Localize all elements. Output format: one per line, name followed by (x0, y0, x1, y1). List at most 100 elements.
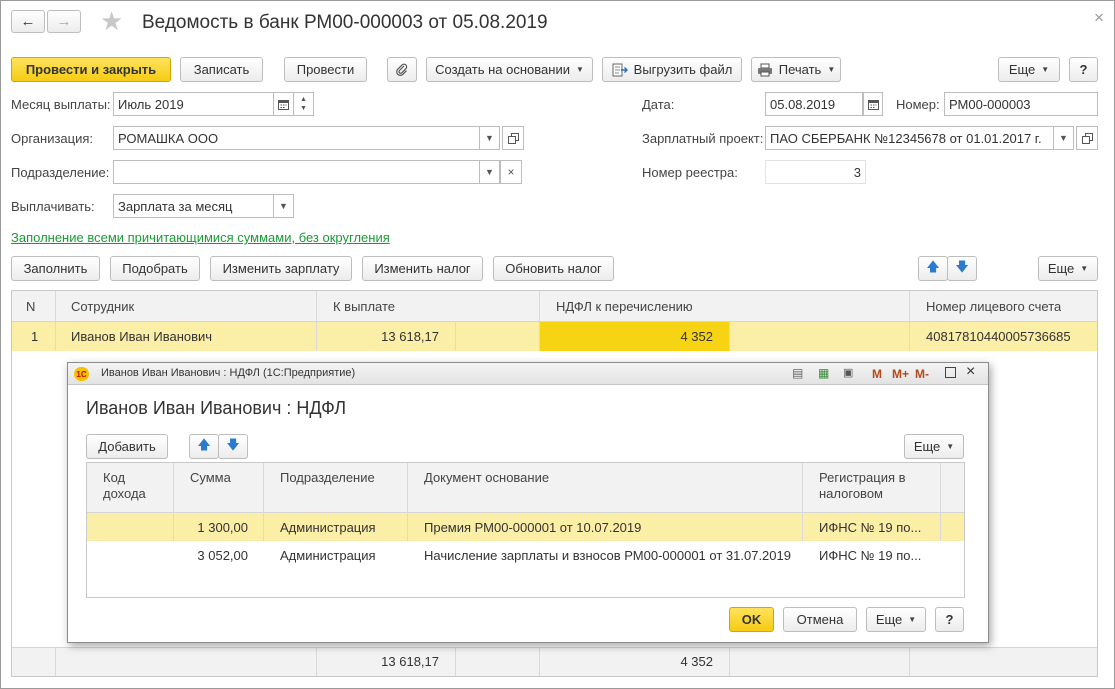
month-spinner[interactable]: ▲ ▼ (294, 92, 314, 116)
column-divider (173, 463, 174, 541)
salary-project-field[interactable]: ПАО СБЕРБАНК №12345678 от 01.01.2017 г. (765, 126, 1054, 150)
footer-ndfl-total: 4 352 (680, 654, 713, 669)
more-button[interactable]: Еще ▼ (998, 57, 1060, 82)
back-button[interactable]: ← (11, 10, 45, 33)
open-icon[interactable] (1076, 126, 1098, 150)
spreadsheet-icon[interactable]: ▦ (818, 366, 829, 380)
column-divider (909, 291, 910, 351)
open-icon[interactable] (502, 126, 524, 150)
fill-button[interactable]: Заполнить (11, 256, 100, 281)
save-button[interactable]: Записать (180, 57, 263, 82)
header-tax-registration[interactable]: Регистрация в налоговом (819, 470, 919, 502)
export-file-icon (612, 63, 628, 76)
pay-type-label: Выплачивать: (11, 199, 95, 214)
dialog-help-button[interactable]: ? (935, 607, 964, 632)
change-salary-button[interactable]: Изменить зарплату (210, 256, 352, 281)
ok-button[interactable]: OK (729, 607, 774, 632)
export-file-label: Выгрузить файл (633, 62, 733, 77)
memory-minus-icon[interactable]: M- (915, 367, 929, 381)
dialog-move-down-button[interactable]: 🡇 (218, 434, 248, 459)
create-based-on-button[interactable]: Создать на основании ▼ (426, 57, 593, 82)
column-divider (729, 322, 730, 351)
dialog-footer-more-button[interactable]: Еще ▼ (866, 607, 926, 632)
table-more-button[interactable]: Еще ▼ (1038, 256, 1098, 281)
organization-field[interactable]: РОМАШКА ООО (113, 126, 480, 150)
date-field[interactable]: 05.08.2019 (765, 92, 863, 116)
pay-type-field[interactable]: Зарплата за месяц (113, 194, 274, 218)
month-field[interactable]: Июль 2019 (113, 92, 274, 116)
calendar-icon[interactable] (274, 92, 294, 116)
print-icon[interactable]: ▤ (792, 366, 803, 380)
move-down-button[interactable]: 🡇 (947, 256, 977, 281)
column-divider (316, 291, 317, 351)
forward-button[interactable]: → (47, 10, 81, 33)
registry-number-field[interactable]: 3 (765, 160, 866, 184)
post-button[interactable]: Провести (284, 57, 367, 82)
print-label: Печать (778, 62, 822, 77)
dialog-close-icon[interactable]: × (966, 363, 975, 381)
number-label: Номер: (896, 97, 940, 112)
header-employee[interactable]: Сотрудник (71, 291, 134, 322)
footer-to-pay-total: 13 618,17 (381, 654, 439, 669)
dialog-more-button[interactable]: Еще ▼ (904, 434, 964, 459)
dropdown-icon[interactable]: ▼ (480, 126, 500, 150)
dialog-footer-more-label: Еще (875, 612, 903, 627)
favorite-star-icon[interactable]: ★ (100, 6, 123, 37)
column-divider (729, 647, 730, 676)
column-divider (55, 647, 56, 676)
dialog-heading: Иванов Иван Иванович : НДФЛ (86, 398, 347, 418)
column-divider (455, 322, 456, 351)
row-account: 40817810440005736685 (926, 329, 1071, 344)
pick-button[interactable]: Подобрать (110, 256, 200, 281)
dialog-more-label: Еще (913, 439, 941, 454)
arrow-up-icon: 🡅 (197, 436, 211, 452)
memory-icon[interactable]: M (872, 367, 882, 381)
caret-down-icon: ▼ (1080, 264, 1089, 273)
move-up-button[interactable]: 🡅 (918, 256, 948, 281)
header-income-code[interactable]: Код дохода (103, 470, 163, 502)
print-button[interactable]: Печать ▼ (751, 57, 841, 82)
column-divider (802, 463, 803, 541)
column-divider (263, 463, 264, 541)
row-tax-registration: ИФНС № 19 по... (819, 519, 922, 535)
caret-down-icon: ▼ (1041, 65, 1050, 74)
add-button[interactable]: Добавить (86, 434, 168, 459)
calendar-icon[interactable] (863, 92, 883, 116)
header-ndfl[interactable]: НДФЛ к перечислению (556, 291, 693, 322)
dropdown-icon[interactable]: ▼ (1054, 126, 1074, 150)
create-based-on-label: Создать на основании (435, 62, 570, 77)
help-button[interactable]: ? (1069, 57, 1098, 82)
header-account[interactable]: Номер лицевого счета (926, 291, 1061, 322)
header-to-pay[interactable]: К выплате (333, 291, 395, 322)
arrow-down-icon: 🡇 (955, 258, 969, 274)
row-sum: 3 052,00 (197, 547, 248, 563)
row-sum: 1 300,00 (197, 519, 248, 535)
row-to-pay: 13 618,17 (381, 329, 439, 344)
header-n[interactable]: N (26, 291, 35, 322)
post-and-close-button[interactable]: Провести и закрыть (11, 57, 171, 82)
attach-button[interactable] (387, 57, 417, 82)
export-file-button[interactable]: Выгрузить файл (602, 57, 742, 82)
department-field[interactable] (113, 160, 480, 184)
number-field[interactable]: РМ00-000003 (944, 92, 1098, 116)
spin-down-icon[interactable]: ▼ (300, 104, 307, 113)
change-tax-button[interactable]: Изменить налог (362, 256, 483, 281)
calendar-icon[interactable]: ▣ (843, 366, 853, 379)
dropdown-icon[interactable]: ▼ (480, 160, 500, 184)
month-label: Месяц выплаты: (11, 97, 111, 112)
spin-up-icon[interactable]: ▲ (300, 95, 307, 104)
header-base-document[interactable]: Документ основание (424, 470, 549, 485)
dropdown-icon[interactable]: ▼ (274, 194, 294, 218)
cancel-button[interactable]: Отмена (783, 607, 857, 632)
maximize-icon[interactable] (945, 367, 956, 378)
header-department[interactable]: Подразделение (280, 470, 375, 485)
clear-icon[interactable]: × (500, 160, 522, 184)
row-employee: Иванов Иван Иванович (71, 329, 213, 344)
fill-mode-link[interactable]: Заполнение всеми причитающимися суммами,… (11, 230, 390, 245)
dialog-move-up-button[interactable]: 🡅 (189, 434, 219, 459)
memory-plus-icon[interactable]: M+ (892, 367, 909, 381)
header-sum[interactable]: Сумма (190, 470, 231, 485)
close-icon[interactable]: × (1094, 8, 1104, 28)
row-ndfl: 4 352 (680, 329, 713, 344)
update-tax-button[interactable]: Обновить налог (493, 256, 614, 281)
